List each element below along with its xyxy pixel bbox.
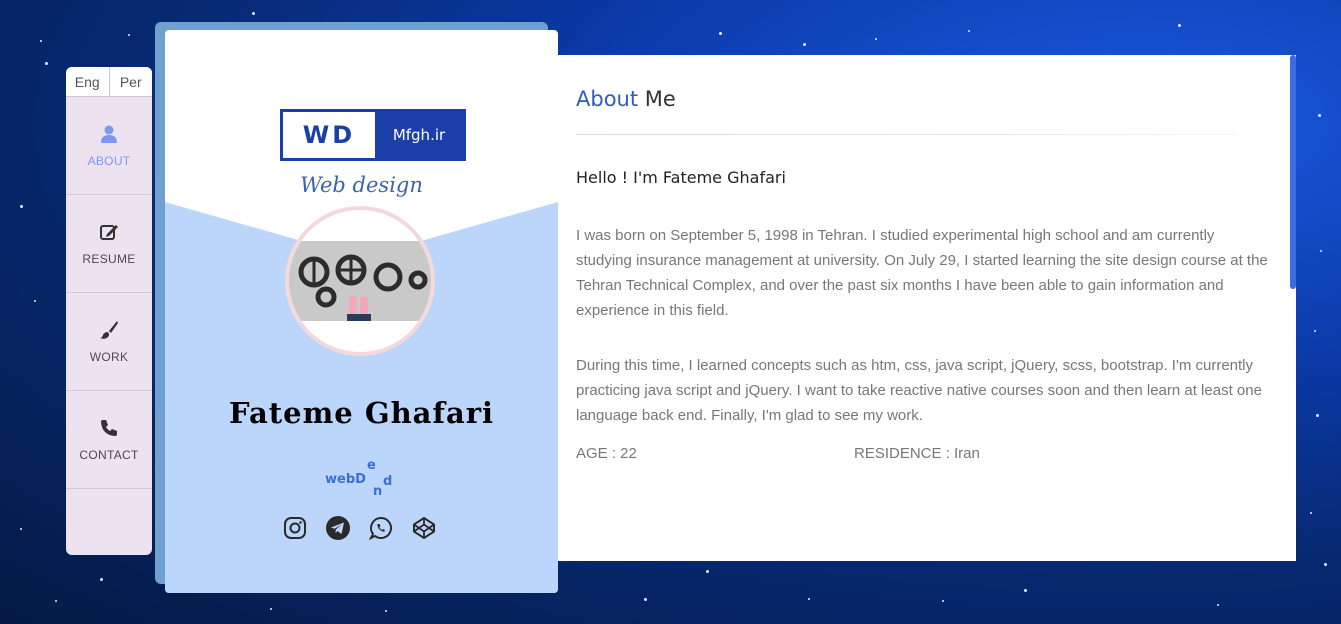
phone-icon — [101, 419, 117, 436]
codepen-icon[interactable] — [412, 516, 436, 540]
social-links — [283, 516, 436, 540]
edit-icon — [100, 224, 118, 240]
profile-name: Fateme Ghafari — [228, 396, 495, 430]
section-title: About Me — [576, 87, 676, 111]
avatar — [285, 206, 435, 356]
nav-label: WORK — [89, 349, 129, 364]
bio-paragraph-1: I was born on September 5, 1998 in Tehra… — [576, 227, 1268, 319]
bio-paragraph-2: During this time, I learned concepts suc… — [576, 357, 1262, 424]
site-logo[interactable]: WD Mfgh.ir — [280, 109, 466, 161]
telegram-icon[interactable] — [326, 516, 350, 540]
logo-mark: WD — [283, 112, 375, 158]
nav-item-contact[interactable]: CONTACT — [66, 391, 152, 489]
profile-card: WD Mfgh.ir Web design Fateme Ghafari web… — [165, 30, 558, 593]
scrollbar[interactable] — [1290, 55, 1296, 561]
brand-logo: webD e n d — [325, 458, 393, 499]
gears-photo — [289, 241, 431, 321]
nav-item-resume[interactable]: RESUME — [66, 195, 152, 293]
title-divider — [576, 134, 1236, 135]
nav-item-work[interactable]: WORK — [66, 293, 152, 391]
section-title-rest: Me — [638, 87, 676, 111]
greeting: Hello ! I'm Fateme Ghafari — [576, 168, 786, 187]
brush-icon — [100, 320, 118, 339]
section-title-accent: About — [576, 87, 639, 111]
nav-item-about[interactable]: ABOUT — [66, 97, 152, 195]
instagram-icon[interactable] — [283, 516, 307, 540]
scrollbar-thumb[interactable] — [1290, 55, 1296, 289]
nav-label: CONTACT — [79, 447, 139, 462]
side-navigation: Eng Per ABOUT RESUME WORK CONTACT — [66, 67, 152, 555]
whatsapp-icon[interactable] — [369, 516, 393, 540]
lang-per-button[interactable]: Per — [110, 67, 153, 96]
age-info: AGE : 22 — [576, 445, 637, 462]
nav-label: ABOUT — [87, 153, 131, 168]
about-panel: About Me Hello ! I'm Fateme Ghafari I wa… — [558, 55, 1296, 561]
lang-eng-button[interactable]: Eng — [66, 67, 110, 96]
language-switcher: Eng Per — [66, 67, 152, 97]
logo-site-name: Mfgh.ir — [392, 126, 446, 144]
tagline: Web design — [300, 173, 423, 197]
nav-label: RESUME — [82, 251, 136, 266]
user-icon — [101, 125, 117, 143]
residence-info: RESIDENCE : Iran — [854, 445, 980, 462]
